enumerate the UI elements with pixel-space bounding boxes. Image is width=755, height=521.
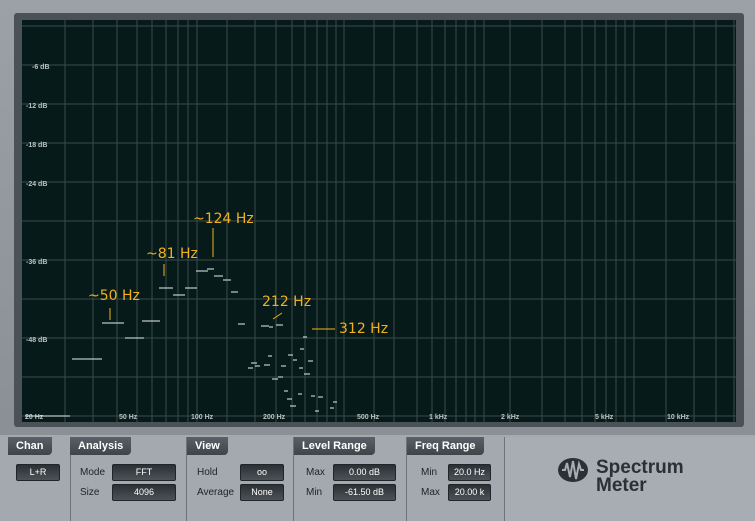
level-range-section: Level Range Max 0.00 dB Min -61.50 dB [294,437,407,521]
annotation-212hz: 212 Hz [262,294,311,310]
view-title: View [187,437,228,455]
db-tick: -6 dB [32,64,50,71]
annotation-line [272,312,283,320]
hold-label: Hold [197,467,218,478]
channel-button[interactable]: L+R [16,464,60,481]
freq-tick: 1 kHz [429,414,448,421]
db-tick: -48 dB [26,337,47,344]
db-tick: -12 dB [26,103,47,110]
average-label: Average [197,487,235,498]
freq-tick: 200 Hz [263,414,286,421]
size-label: Size [80,487,100,498]
level-range-title: Level Range [294,437,375,455]
level-min-label: Min [306,487,323,498]
freq-range-title: Freq Range [407,437,484,455]
annotation-312hz: 312 Hz [339,321,388,337]
db-tick: -36 dB [26,259,47,266]
level-min-field[interactable]: -61.50 dB [333,484,396,501]
chan-title: Chan [8,437,52,455]
hold-select[interactable]: oo [240,464,284,481]
freq-max-field[interactable]: 20.00 k [448,484,491,501]
analysis-title: Analysis [70,437,132,455]
db-tick: -18 dB [26,142,47,149]
freq-tick: 5 kHz [595,414,614,421]
size-select[interactable]: 4096 [112,484,176,501]
mode-select[interactable]: FFT [112,464,176,481]
view-section: View Hold oo Average None [187,437,294,521]
annotation-124hz: ~124 Hz [193,211,254,227]
mode-label: Mode [80,467,106,478]
average-select[interactable]: None [240,484,284,501]
freq-range-section: Freq Range Min 20.0 Hz Max 20.00 k [407,437,505,521]
chan-section: Chan L+R [8,437,71,521]
freq-min-field[interactable]: 20.0 Hz [448,464,491,481]
freq-tick: 10 kHz [667,414,690,421]
level-max-label: Max [306,467,325,478]
logo-area: Spectrum Meter [505,437,755,521]
presonus-waveform-icon [558,458,588,482]
freq-tick: 100 Hz [191,414,214,421]
freq-max-label: Max [421,487,440,498]
freq-tick: 20 Hz [25,414,44,421]
logo-title-line2: Meter [596,475,647,496]
analysis-section: Analysis Mode FFT Size 4096 [70,437,187,521]
annotation-81hz: ~81 Hz [146,246,198,262]
annotation-50hz: ~50 Hz [88,288,140,304]
freq-tick: 2 kHz [501,414,520,421]
spectrum-graph: -6 dB -12 dB -18 dB -24 dB -36 dB -48 dB… [22,20,736,422]
freq-min-label: Min [421,467,438,478]
spectrum-plot: -6 dB -12 dB -18 dB -24 dB -36 dB -48 dB… [22,20,736,422]
level-max-field[interactable]: 0.00 dB [333,464,396,481]
freq-tick: 500 Hz [357,414,380,421]
db-tick: -24 dB [26,181,47,188]
freq-tick: 50 Hz [119,414,138,421]
